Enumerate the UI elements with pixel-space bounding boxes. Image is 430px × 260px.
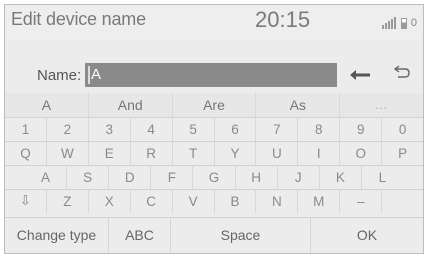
key-u[interactable]: U: [256, 141, 299, 165]
shift-icon[interactable]: ⇩: [5, 189, 47, 213]
key-p[interactable]: P: [382, 141, 423, 165]
key-z[interactable]: Z: [47, 189, 89, 213]
key-s[interactable]: S: [67, 165, 110, 189]
title-bar: Edit device name 20:15 0: [5, 5, 423, 39]
space-button[interactable]: Space: [171, 217, 311, 253]
abc-button[interactable]: ABC: [109, 217, 171, 253]
key-dash[interactable]: –: [340, 189, 383, 213]
key-o[interactable]: O: [340, 141, 383, 165]
key-k[interactable]: K: [320, 165, 362, 189]
key-m[interactable]: M: [298, 189, 341, 213]
edit-device-name-screen: Edit device name 20:15 0 Name: A A And A…: [4, 4, 424, 254]
key-3[interactable]: 3: [89, 117, 131, 141]
prediction-item[interactable]: As: [256, 93, 341, 117]
undo-arrow-icon[interactable]: [389, 65, 415, 85]
key-4[interactable]: 4: [131, 117, 173, 141]
text-cursor: [88, 66, 90, 84]
key-d[interactable]: D: [109, 165, 152, 189]
key-c[interactable]: C: [131, 189, 173, 213]
key-1[interactable]: 1: [5, 117, 47, 141]
key-2[interactable]: 2: [47, 117, 89, 141]
change-type-button[interactable]: Change type: [5, 217, 109, 253]
status-number: 0: [410, 17, 417, 29]
key-a[interactable]: A: [25, 165, 68, 189]
number-row: 1 2 3 4 5 6 7 8 9 0: [5, 117, 423, 141]
key-y[interactable]: Y: [215, 141, 257, 165]
key-blank[interactable]: [382, 189, 423, 213]
key-f[interactable]: F: [151, 165, 194, 189]
signal-icon: [381, 17, 397, 29]
key-w[interactable]: W: [47, 141, 89, 165]
key-h[interactable]: H: [236, 165, 278, 189]
key-8[interactable]: 8: [298, 117, 341, 141]
battery-icon: [400, 18, 407, 29]
name-input[interactable]: A: [85, 63, 337, 87]
key-e[interactable]: E: [89, 141, 131, 165]
key-b[interactable]: B: [215, 189, 257, 213]
key-i[interactable]: I: [298, 141, 341, 165]
key-l[interactable]: L: [362, 165, 403, 189]
key-x[interactable]: X: [89, 189, 131, 213]
ok-button[interactable]: OK: [311, 217, 423, 253]
key-0[interactable]: 0: [382, 117, 423, 141]
qwerty-row: Q W E R T Y U I O P: [5, 141, 423, 165]
prediction-item[interactable]: Are: [173, 93, 257, 117]
zxcv-row: ⇩ Z X C V B N M –: [5, 189, 423, 213]
page-title: Edit device name: [11, 9, 146, 29]
key-n[interactable]: N: [256, 189, 299, 213]
key-6[interactable]: 6: [215, 117, 257, 141]
name-label: Name:: [37, 67, 82, 84]
key-9[interactable]: 9: [340, 117, 383, 141]
key-t[interactable]: T: [173, 141, 215, 165]
clock: 20:15: [255, 7, 311, 32]
key-j[interactable]: J: [278, 165, 320, 189]
bottom-bar: Change type ABC Space OK: [5, 217, 423, 253]
key-5[interactable]: 5: [173, 117, 215, 141]
key-v[interactable]: V: [173, 189, 215, 213]
prediction-row: A And Are As ...: [5, 93, 423, 117]
prediction-item[interactable]: A: [5, 93, 89, 117]
backspace-arrow-icon[interactable]: [345, 65, 375, 85]
status-icons: 0: [381, 15, 417, 29]
key-q[interactable]: Q: [5, 141, 47, 165]
key-r[interactable]: R: [131, 141, 173, 165]
key-7[interactable]: 7: [256, 117, 299, 141]
name-input-row: Name: A: [5, 61, 423, 91]
more-predictions-button[interactable]: ...: [340, 93, 423, 117]
prediction-item[interactable]: And: [89, 93, 173, 117]
key-g[interactable]: G: [193, 165, 236, 189]
name-input-value: A: [91, 66, 102, 83]
asdf-row: A S D F G H J K L: [5, 165, 423, 189]
